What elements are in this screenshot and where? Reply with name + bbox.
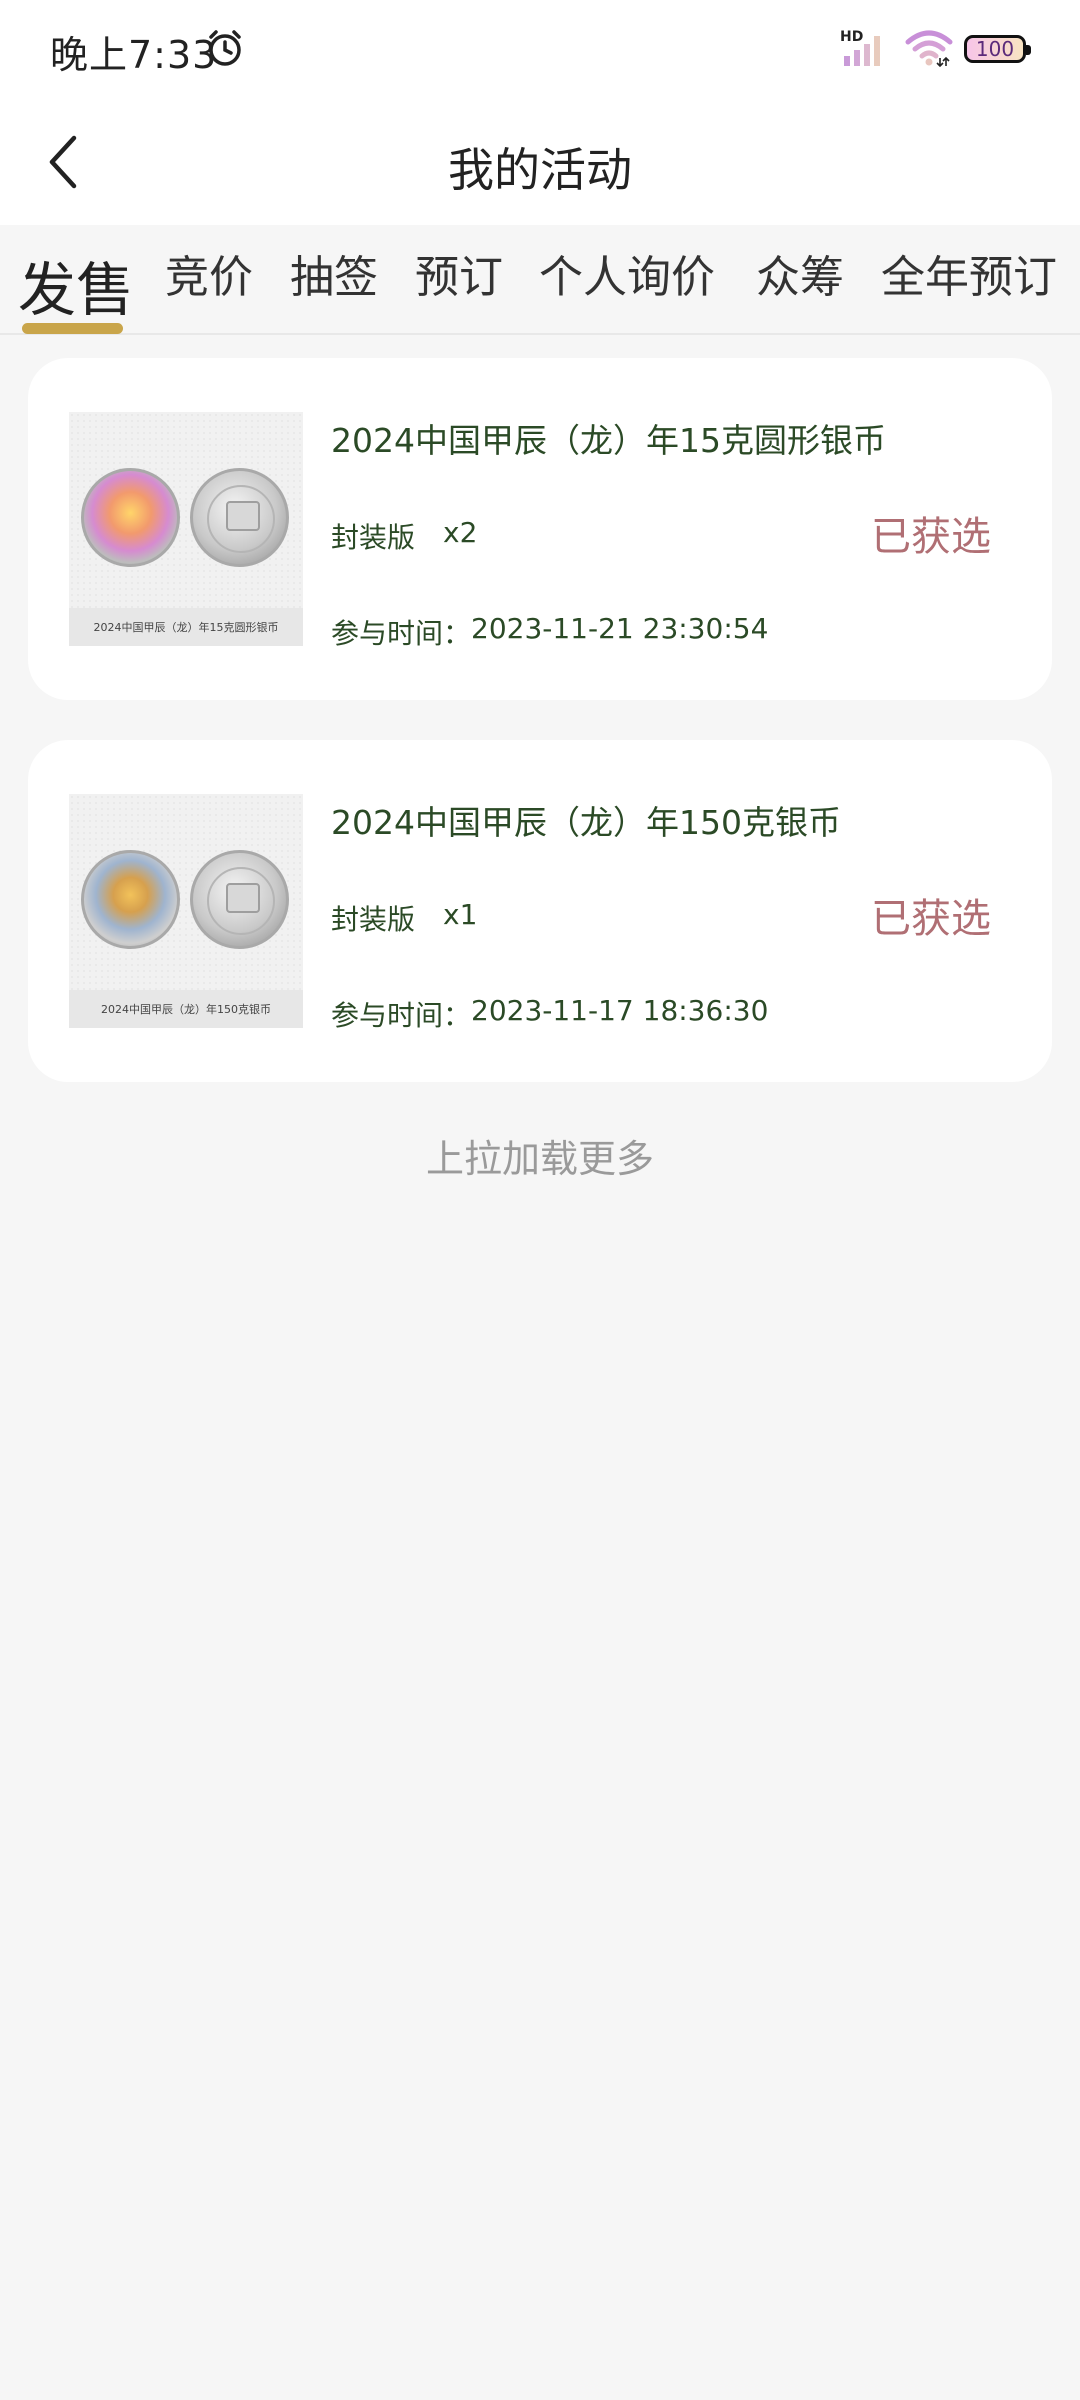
image-caption: 2024中国甲辰（龙）年15克圆形银币 — [69, 608, 303, 646]
status-badge: 已获选 — [871, 896, 991, 942]
status-bar: 晚上7:33 HD 100 — [0, 0, 1080, 100]
image-caption: 2024中国甲辰（龙）年150克银币 — [69, 990, 303, 1028]
status-badge: 已获选 — [871, 514, 991, 560]
product-version: 封装版 — [331, 521, 416, 554]
order-card[interactable]: 2024中国甲辰（龙）年150克银币 2024中国甲辰（龙）年150克银币 封装… — [28, 740, 1052, 1082]
load-more-hint: 上拉加载更多 — [425, 1137, 654, 1181]
coin-front-image — [81, 468, 180, 567]
page-title: 我的活动 — [448, 143, 632, 197]
product-quantity: x1 — [443, 898, 478, 931]
product-title: 2024中国甲辰（龙）年15克圆形银币 — [331, 421, 886, 460]
tab-bar: 发售 竞价 抽签 预订 个人询价 众筹 全年预订 — [0, 225, 1080, 335]
battery-icon: 100 — [964, 35, 1031, 63]
alarm-icon — [209, 30, 241, 66]
tab-lottery[interactable]: 抽签 — [290, 241, 378, 305]
coin-front-image — [81, 850, 180, 949]
active-tab-indicator — [22, 323, 123, 334]
status-time: 晚上7:33 — [50, 33, 218, 77]
signal-icon: HD — [840, 29, 880, 66]
order-card[interactable]: 2024中国甲辰（龙）年15克圆形银币 2024中国甲辰（龙）年15克圆形银币 … — [28, 358, 1052, 700]
tab-bidding[interactable]: 竞价 — [165, 241, 253, 305]
participation-time: 2023-11-21 23:30:54 — [471, 612, 769, 645]
wifi-icon — [905, 30, 953, 68]
product-version: 封装版 — [331, 903, 416, 936]
tab-annual-reservation[interactable]: 全年预订 — [881, 241, 1057, 305]
product-image: 2024中国甲辰（龙）年15克圆形银币 — [69, 412, 303, 646]
product-title: 2024中国甲辰（龙）年150克银币 — [331, 803, 841, 842]
header: 我的活动 — [0, 100, 1080, 225]
tab-personal-inquiry[interactable]: 个人询价 — [539, 241, 715, 305]
product-image: 2024中国甲辰（龙）年150克银币 — [69, 794, 303, 1028]
product-quantity: x2 — [443, 516, 478, 549]
network-badge: HD — [840, 29, 863, 45]
participation-time: 2023-11-17 18:36:30 — [471, 994, 769, 1027]
coin-back-image — [190, 468, 289, 567]
tab-reservation[interactable]: 预订 — [415, 241, 503, 305]
coin-back-image — [190, 850, 289, 949]
time-label: 参与时间： — [331, 617, 472, 650]
battery-level: 100 — [975, 37, 1015, 61]
time-label: 参与时间： — [331, 999, 472, 1032]
tab-crowdfunding[interactable]: 众筹 — [756, 241, 844, 305]
tab-sale[interactable]: 发售 — [18, 243, 134, 327]
